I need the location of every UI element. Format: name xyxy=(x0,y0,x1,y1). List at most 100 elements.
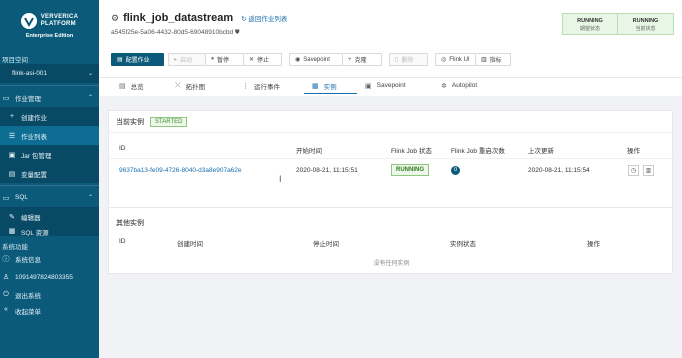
chart-icon: ▥ xyxy=(481,57,487,63)
current-status-box: RUNNING 当前状态 xyxy=(618,13,674,35)
control-button-group: ▸ 启动 ⏸ 暂停 ✕ 停止 xyxy=(168,53,282,66)
column-header: 创建时间 xyxy=(177,241,203,248)
variable-icon: ▤ xyxy=(8,170,16,178)
camera-icon: ◉ xyxy=(295,57,301,63)
sidebar-item-label: 收起菜单 xyxy=(15,309,41,316)
current-status-value: RUNNING xyxy=(632,18,659,24)
other-instances-card: 其他实例 ID 创建时间 停止时间 实例状态 操作 没有任何实例 xyxy=(108,208,673,274)
sidebar-item-user[interactable]: ♙ 1091497824803355 xyxy=(0,268,99,286)
project-selector[interactable]: flink-asi-001 ⌄ xyxy=(0,64,99,83)
sidebar-group-label: 作业管理 xyxy=(15,95,41,103)
history-icon[interactable]: ◷ xyxy=(628,165,639,176)
instance-id-link[interactable]: 9637ba13-fe09-4726-8040-d3a8e907a62e xyxy=(119,167,242,174)
tab-topology[interactable]: ⤬ 拓扑图 xyxy=(167,78,234,94)
configure-job-button[interactable]: ▤ 配置作业 xyxy=(111,53,164,66)
pause-label: 暂停 xyxy=(217,58,230,64)
sidebar-group-label: SQL xyxy=(15,194,29,201)
sidebar-item-collapse[interactable]: « 收起菜单 xyxy=(0,304,99,316)
delete-button[interactable]: ▯ 删除 xyxy=(389,53,428,66)
user-icon: ♙ xyxy=(2,274,10,281)
sidebar-item-jar-management[interactable]: ▣ Jar 包管理 xyxy=(0,145,99,164)
autopilot-icon: ✲ xyxy=(441,82,447,90)
sidebar: VERVERICA PLATFORM Enterprise Edition 项目… xyxy=(0,0,99,358)
brand-edition: Enterprise Edition xyxy=(25,33,74,39)
system-section-label: 系统功能 xyxy=(2,244,28,251)
project-name: flink-asi-001 xyxy=(12,70,48,77)
settings-icon: ▤ xyxy=(117,57,123,63)
current-instance-card: 当前实例 STARTED ID 开始时间 Flink Job 状态 Flink … xyxy=(108,110,674,208)
page-title: flink_job_datastream xyxy=(123,12,234,24)
tab-savepoint[interactable]: ▣ Savepoint xyxy=(357,78,433,94)
sidebar-item-label: 编辑器 xyxy=(21,214,41,222)
tab-overview[interactable]: ▤ 总览 xyxy=(111,78,167,94)
events-icon: ⋮ xyxy=(242,82,249,90)
flink-ui-button[interactable]: ◎ Flink UI xyxy=(435,53,476,66)
savepoint-button[interactable]: ◉ Savepoint xyxy=(289,53,343,66)
sql-icon: ▦ xyxy=(8,228,16,235)
metrics-button[interactable]: ▥ 指标 xyxy=(476,53,511,66)
back-to-job-list-link[interactable]: ↻ 返回作业列表 xyxy=(241,13,287,23)
editor-icon: ✎ xyxy=(9,213,15,221)
sidebar-item-editor[interactable]: ✎ 编辑器 xyxy=(0,207,99,226)
clone-label: 克隆 xyxy=(354,58,367,64)
sidebar-group-job-management[interactable]: ▭ 作业管理 ⌃ xyxy=(0,88,99,107)
sidebar-group-sql[interactable]: ▭ SQL ⌃ xyxy=(0,188,99,207)
sidebar-item-create-job[interactable]: + 创建作业 xyxy=(0,107,99,126)
sidebar-item-label: 系统信息 xyxy=(15,257,41,264)
eye-icon: ◎ xyxy=(441,57,447,63)
stop-button[interactable]: ✕ 停止 xyxy=(244,53,282,66)
copy-icon[interactable]: ⛊ xyxy=(235,30,240,36)
sidebar-item-label: 1091497824803355 xyxy=(15,273,73,281)
tab-instances[interactable]: ▦ 实例 xyxy=(304,78,357,94)
job-id-value: a545f25e-5a06-4432-80d5-69048910bcbd xyxy=(111,29,234,36)
expected-status-value: RUNNING xyxy=(577,18,603,24)
job-icon: ⚙ xyxy=(111,12,120,23)
brand-name-line2: PLATFORM xyxy=(40,21,76,27)
pause-button[interactable]: ⏸ 暂停 xyxy=(206,53,244,66)
chevron-down-icon: ⌄ xyxy=(87,71,93,77)
clone-button[interactable]: ⑂ 克隆 xyxy=(343,53,382,66)
bar-chart-icon[interactable]: ▥ xyxy=(643,165,654,176)
tab-label: 总览 xyxy=(130,83,144,91)
content-area: 当前实例 STARTED ID 开始时间 Flink Job 状态 Flink … xyxy=(99,96,682,358)
empty-state: 没有任何实例 xyxy=(373,261,410,267)
savepoint-label: Savepoint xyxy=(303,56,330,63)
tab-events[interactable]: ⋮ 运行事件 xyxy=(234,78,304,94)
jar-icon: ▣ xyxy=(8,151,16,159)
play-icon: ▸ xyxy=(174,57,178,63)
tab-bar: ▤ 总览 ⤬ 拓扑图 ⋮ 运行事件 ▦ 实例 ▣ Savepoint ✲ Aut… xyxy=(111,78,503,94)
column-header: Flink Job 重启次数 xyxy=(451,148,505,155)
tab-label: 实例 xyxy=(323,83,337,91)
current-status-label: 当前状态 xyxy=(635,26,656,32)
pause-icon: ⏸ xyxy=(211,56,215,62)
start-label: 启动 xyxy=(180,58,193,64)
tab-label: Savepoint xyxy=(376,82,406,89)
sidebar-item-sql-resources[interactable]: ▦ SQL 资源 xyxy=(0,226,99,236)
job-header: ⚙ flink_job_datastream ↻ 返回作业列表 a545f25e… xyxy=(99,0,682,94)
card-title: 其他实例 xyxy=(116,219,144,227)
view-button-group: ◎ Flink UI ▥ 指标 xyxy=(435,53,511,66)
column-header: Flink Job 状态 xyxy=(391,148,432,155)
column-header: ID xyxy=(119,145,126,152)
flink-ui-label: Flink UI xyxy=(449,56,470,63)
sidebar-item-label: 创建作业 xyxy=(21,114,47,122)
tab-autopilot[interactable]: ✲ Autopilot xyxy=(433,78,503,94)
sidebar-item-variables[interactable]: ▤ 变量配置 xyxy=(0,164,99,183)
info-icon: ⓘ xyxy=(2,256,10,263)
tab-label: 拓扑图 xyxy=(185,83,206,91)
sidebar-item-job-list[interactable]: ☰ 作业列表 xyxy=(0,126,99,145)
overview-icon: ▤ xyxy=(119,82,126,90)
sidebar-item-system-info[interactable]: ⓘ 系统信息 xyxy=(0,250,99,268)
sidebar-item-label: 退出系统 xyxy=(15,293,41,300)
start-button[interactable]: ▸ 启动 xyxy=(168,53,206,66)
column-header: 上次更新 xyxy=(528,148,554,155)
logo: VERVERICA PLATFORM Enterprise Edition xyxy=(0,0,99,48)
sidebar-item-logout[interactable]: ⏻ 退出系统 xyxy=(0,286,99,304)
sidebar-item-label: 作业列表 xyxy=(21,133,47,141)
other-instances-header: 其他实例 xyxy=(109,208,672,233)
column-header: 操作 xyxy=(627,148,640,155)
stop-label: 停止 xyxy=(257,58,270,64)
column-header: 停止时间 xyxy=(313,241,339,248)
action-button-group: ◉ Savepoint ⑂ 克隆 xyxy=(289,53,382,66)
current-instance-header: 当前实例 STARTED xyxy=(109,111,672,133)
